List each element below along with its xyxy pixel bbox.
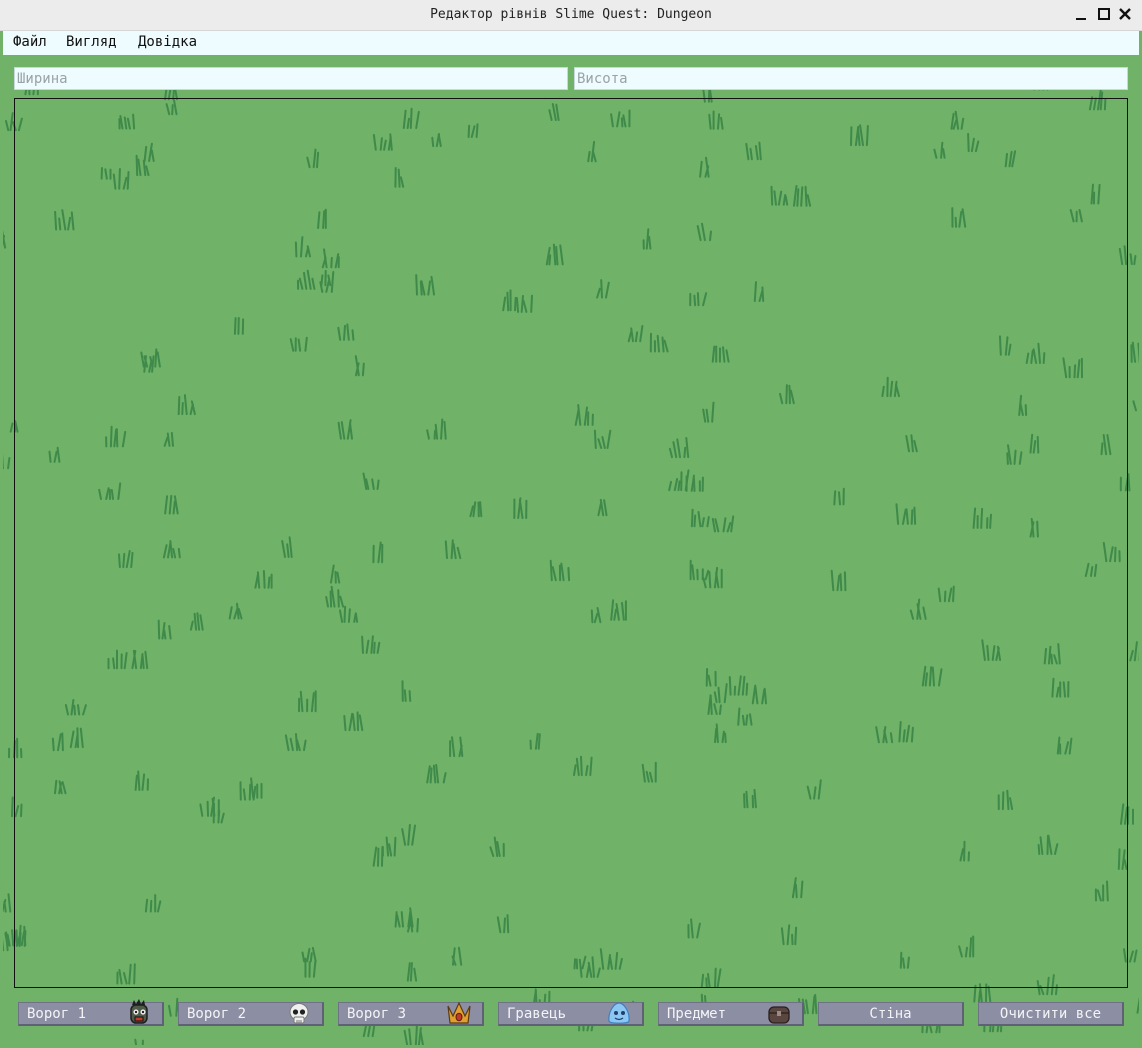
enemy-3-label: Ворог 3 (347, 1006, 407, 1022)
grass-blade (805, 999, 809, 1015)
wall-label: Стіна (869, 1006, 912, 1022)
menu-view[interactable]: Вигляд (66, 34, 117, 50)
grass-blade (419, 1029, 424, 1045)
grass-blade (7, 893, 12, 913)
enemy-1-button[interactable]: Ворог 1 (18, 999, 164, 1026)
grass-blade (973, 984, 977, 1003)
height-input[interactable] (574, 67, 1128, 90)
grass-blade (367, 1024, 371, 1038)
grass-blade (3, 900, 7, 913)
grass-blade (408, 1028, 412, 1045)
editor-content: Ворог 1 Ворог 2 Ворог 3 Гравець (3, 55, 1139, 1045)
item-label: Предмет (667, 1006, 727, 1022)
window-title: Редактор рівнів Slime Quest: Dungeon (430, 7, 712, 22)
close-icon[interactable] (1116, 5, 1134, 23)
maximize-icon[interactable] (1095, 5, 1113, 23)
chest-icon (768, 1006, 790, 1024)
grass-blade (134, 1038, 138, 1045)
enemy-3-button[interactable]: Ворог 3 (338, 1001, 484, 1026)
grass-blade (1127, 473, 1131, 492)
grass-blade (168, 1004, 172, 1017)
grass-blade (11, 796, 14, 818)
grass-blade (1131, 341, 1137, 363)
menu-file[interactable]: Файл (13, 34, 47, 50)
player-label: Гравець (507, 1006, 567, 1022)
grass-blade (1133, 949, 1138, 963)
skull-icon (289, 1003, 309, 1024)
grass-blade (814, 993, 818, 1015)
grass-blade (3, 230, 7, 249)
grass-blade (1136, 997, 1139, 1014)
grass-blade (1129, 253, 1133, 266)
item-button[interactable]: Предмет (658, 1002, 804, 1026)
crown-icon (447, 1001, 471, 1024)
wall-button[interactable]: Стіна (818, 1002, 964, 1026)
grass-blade (811, 995, 816, 1015)
enemy-2-button[interactable]: Ворог 2 (178, 1002, 324, 1026)
slime-icon (608, 1002, 630, 1024)
grass-blade (987, 985, 992, 1003)
level-canvas[interactable] (14, 98, 1128, 988)
grass-blade (1129, 950, 1134, 963)
enemy-2-label: Ворог 2 (187, 1006, 247, 1022)
menu-help[interactable]: Довідка (138, 34, 197, 50)
zombie-icon (130, 999, 148, 1024)
clear-all-button[interactable]: Очистити все (978, 1002, 1124, 1026)
grass-blade (1132, 400, 1137, 412)
clear-all-label: Очистити все (999, 1006, 1102, 1022)
enemy-1-label: Ворог 1 (27, 1006, 87, 1022)
grass-blade (7, 457, 11, 470)
grass-blade (5, 120, 10, 132)
grass-blade (9, 422, 14, 433)
menu-bar: Файл Вигляд Довідка (3, 31, 1139, 55)
player-button[interactable]: Гравець (498, 1002, 644, 1026)
width-input[interactable] (14, 67, 568, 90)
grass-blade (403, 1029, 409, 1045)
grass-blade (1137, 342, 1139, 363)
minimize-icon[interactable] (1072, 5, 1090, 23)
title-bar: Редактор рівнів Slime Quest: Dungeon (0, 0, 1142, 31)
grass-blade (414, 1024, 418, 1045)
grass-blade (1129, 649, 1134, 662)
grass-blade (1133, 641, 1138, 662)
grass-blade (141, 1039, 144, 1045)
grass-blade (1133, 255, 1137, 266)
